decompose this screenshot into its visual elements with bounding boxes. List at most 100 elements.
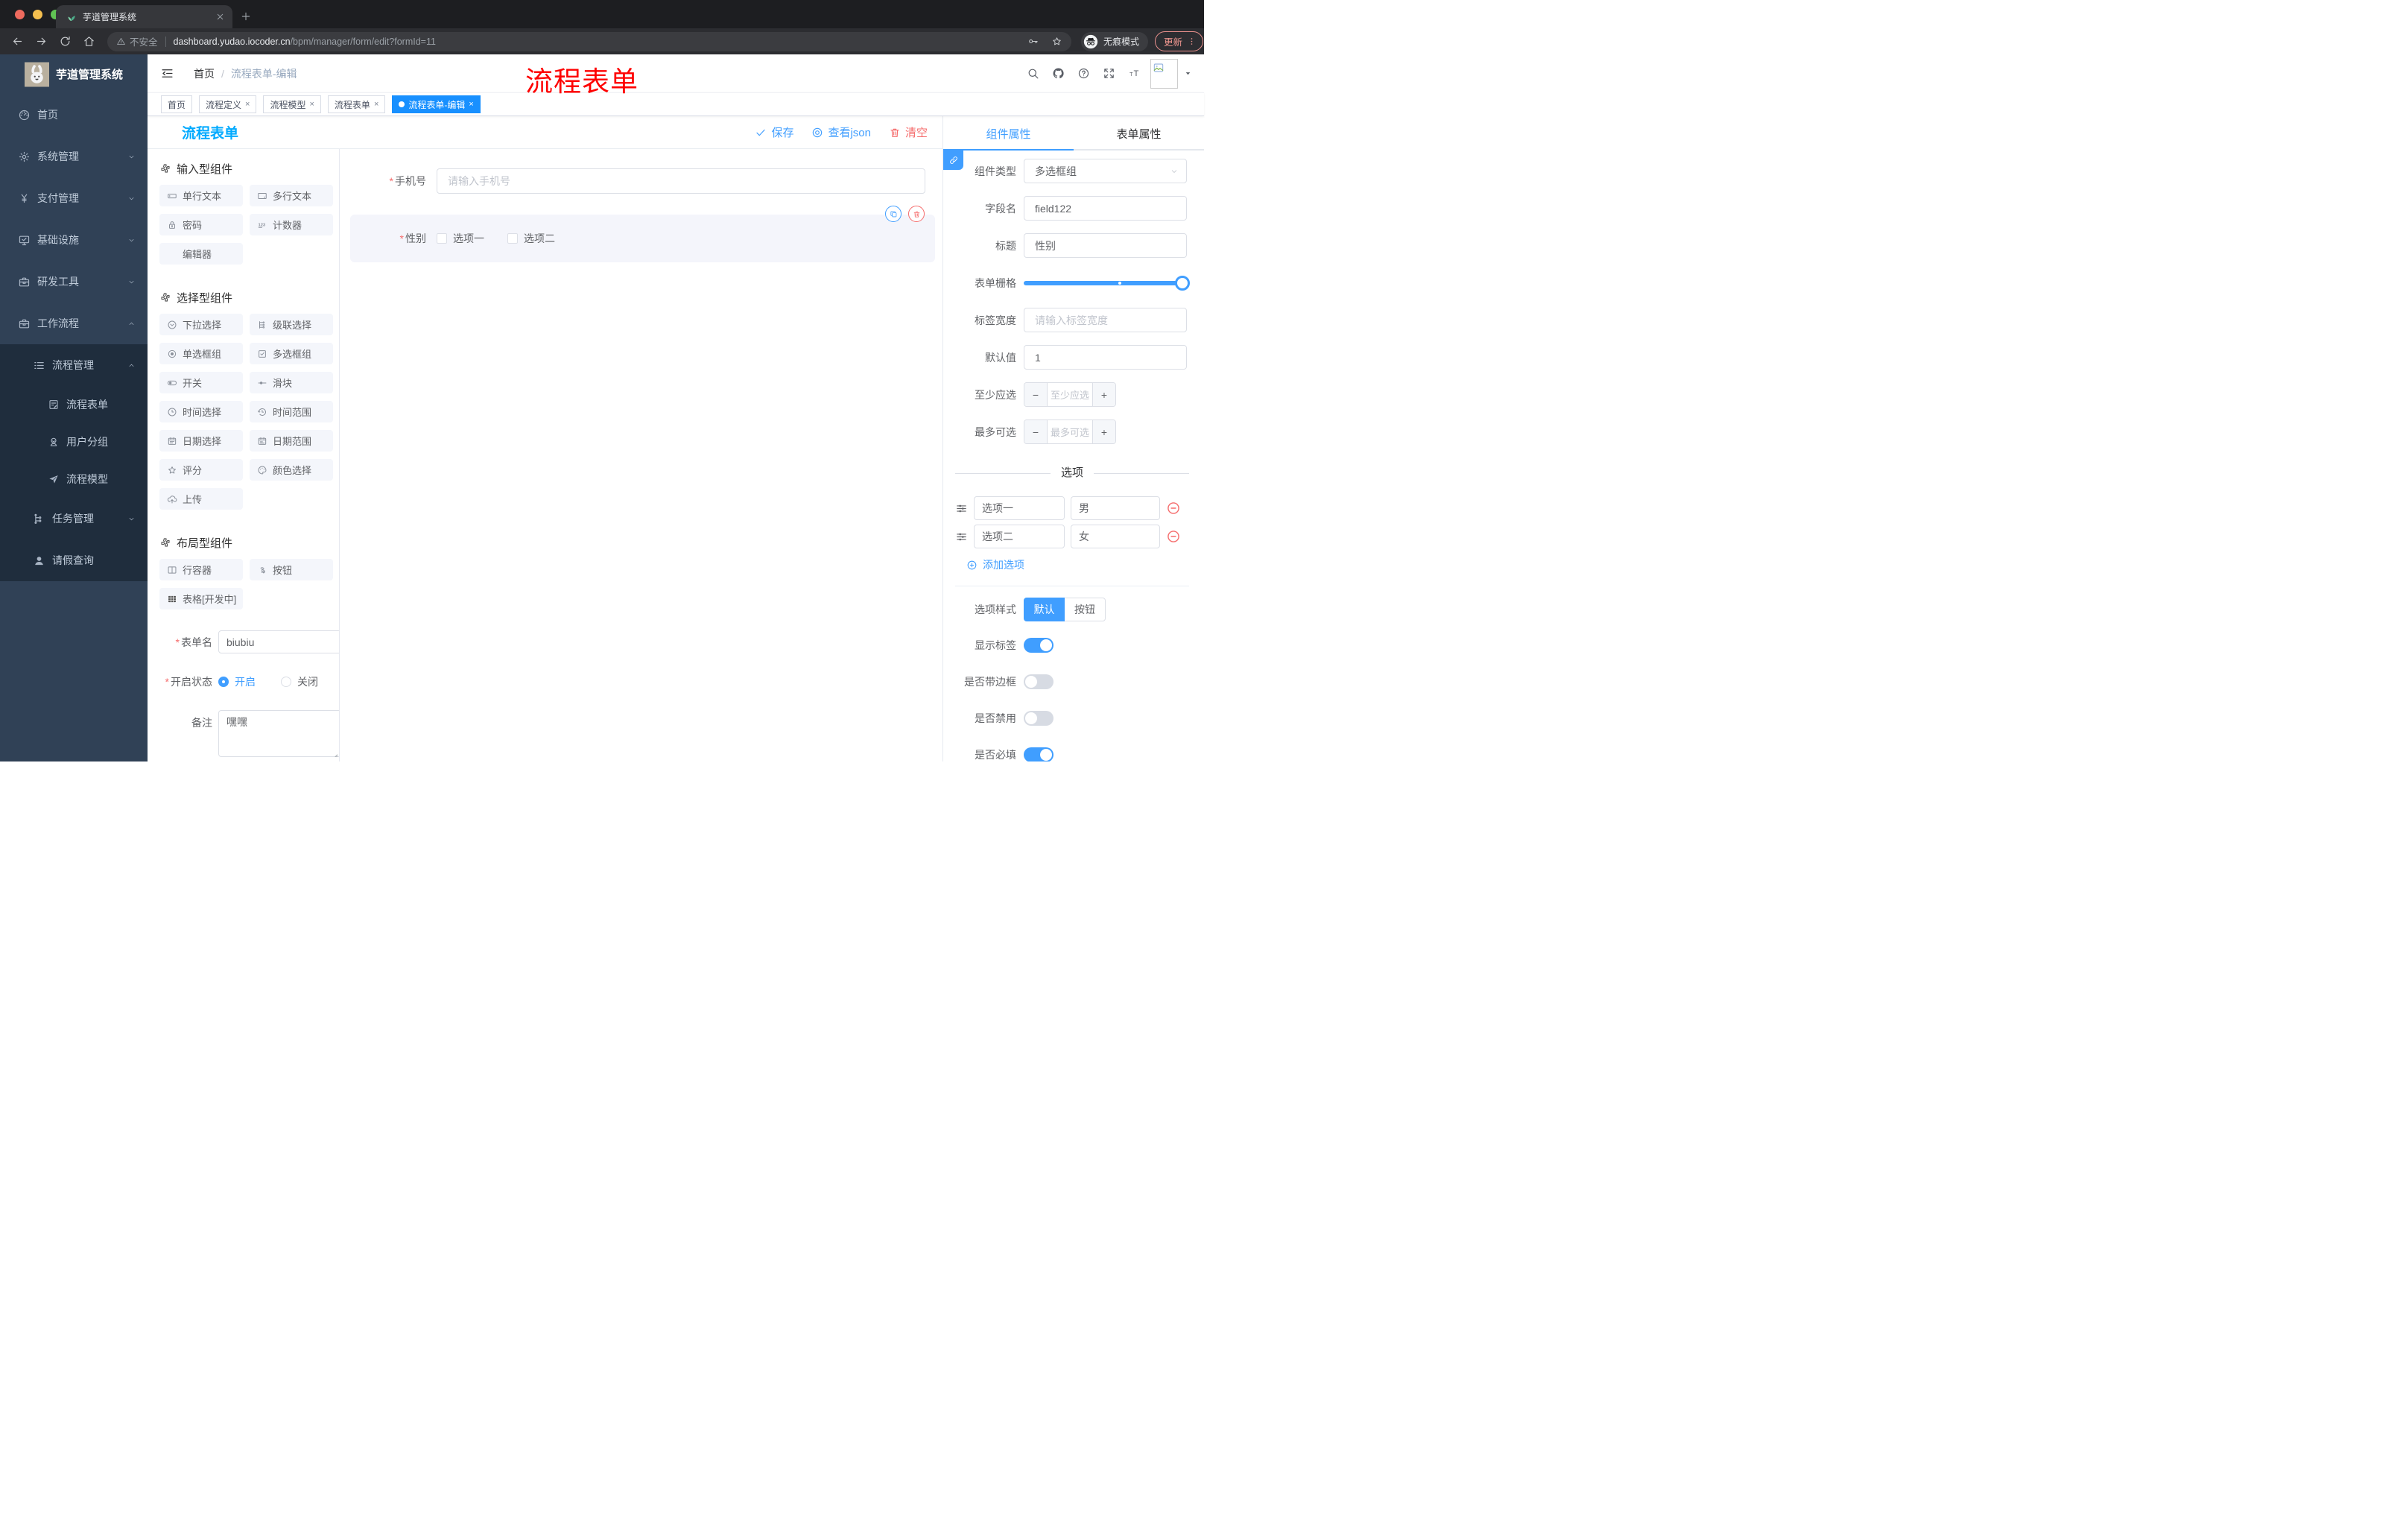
remove-option-icon[interactable] (1166, 529, 1181, 544)
sidebar-item-task-mgmt[interactable]: 任务管理 (0, 498, 148, 539)
tab-process-definition[interactable]: 流程定义 × (199, 95, 257, 113)
required-toggle[interactable] (1024, 747, 1054, 762)
min-select-stepper[interactable]: − 至少应选 + (1024, 382, 1116, 407)
new-tab-button[interactable] (240, 10, 252, 22)
label-width-input[interactable] (1024, 308, 1187, 332)
remove-option-icon[interactable] (1166, 501, 1181, 516)
comp-item-editor[interactable]: 编辑器 (159, 243, 243, 265)
gender-option-1-checkbox[interactable]: 选项一 (437, 231, 484, 246)
comp-item-slider[interactable]: 滑块 (250, 372, 333, 393)
github-icon[interactable] (1052, 67, 1065, 80)
minimize-window-button[interactable] (33, 10, 42, 19)
form-grid-slider[interactable] (1024, 275, 1190, 291)
style-default-button[interactable]: 默认 (1024, 597, 1065, 621)
comp-item-rate[interactable]: 评分 (159, 459, 243, 481)
form-remark-textarea[interactable]: 嘿嘿 (218, 710, 339, 757)
show-label-toggle[interactable] (1024, 638, 1054, 653)
close-tag-icon[interactable]: × (374, 100, 378, 109)
fullscreen-icon[interactable] (1103, 67, 1115, 80)
max-select-stepper[interactable]: − 最多可选 + (1024, 419, 1116, 444)
title-input[interactable] (1024, 233, 1187, 258)
canvas-field-phone[interactable]: * 手机号 (350, 168, 935, 194)
comp-item-counter[interactable]: 123 计数器 (250, 214, 333, 235)
breadcrumb-home[interactable]: 首页 (194, 66, 215, 81)
tab-home[interactable]: 首页 (161, 95, 193, 113)
comp-item-date-range[interactable]: 日期范围 (250, 430, 333, 452)
tab-process-model[interactable]: 流程模型 × (263, 95, 321, 113)
comp-item-table[interactable]: 表格[开发中] (159, 588, 243, 609)
increase-button[interactable]: + (1093, 383, 1115, 406)
comp-item-row-container[interactable]: 行容器 (159, 559, 243, 580)
comp-item-color-picker[interactable]: 颜色选择 (250, 459, 333, 481)
browser-menu-icon[interactable] (1187, 37, 1197, 46)
with-border-toggle[interactable] (1024, 674, 1054, 689)
comp-item-time-picker[interactable]: 时间选择 (159, 401, 243, 422)
copy-component-button[interactable] (885, 206, 902, 222)
comp-item-button[interactable]: 按钮 (250, 559, 333, 580)
sidebar-item-workflow[interactable]: 工作流程 (0, 303, 148, 344)
min-select-value[interactable]: 至少应选 (1047, 383, 1093, 406)
option-value-input[interactable] (1071, 525, 1160, 548)
sidebar-item-payment-mgmt[interactable]: 支付管理 (0, 177, 148, 219)
forward-button[interactable] (35, 35, 48, 48)
save-button[interactable]: 保存 (755, 124, 793, 140)
window-controls[interactable] (15, 10, 60, 19)
search-icon[interactable] (1027, 67, 1039, 80)
close-tab-icon[interactable] (215, 12, 225, 22)
sidebar-item-home[interactable]: 首页 (0, 94, 148, 136)
drag-handle-icon[interactable] (955, 531, 968, 543)
decrease-button[interactable]: − (1024, 383, 1047, 406)
comp-item-select[interactable]: 下拉选择 (159, 314, 243, 335)
avatar[interactable] (1150, 58, 1178, 89)
field-name-input[interactable] (1024, 196, 1187, 221)
sidebar-item-process-model[interactable]: 流程模型 (0, 460, 148, 498)
form-name-input[interactable] (218, 630, 339, 653)
comp-item-cascader[interactable]: 级联选择 (250, 314, 333, 335)
form-canvas[interactable]: *手机号 *性别 (340, 149, 942, 762)
close-tag-icon[interactable]: × (245, 100, 250, 109)
gender-option-2-checkbox[interactable]: 选项二 (507, 231, 555, 246)
sidebar-logo[interactable]: 芋道管理系统 (0, 54, 148, 94)
option-value-input[interactable] (1071, 496, 1160, 520)
not-secure-icon[interactable] (116, 37, 126, 46)
update-browser-button[interactable]: 更新 (1155, 31, 1204, 51)
option-label-input[interactable] (974, 525, 1065, 548)
sidebar-item-leave-query[interactable]: 请假查询 (0, 539, 148, 581)
tab-component-props[interactable]: 组件属性 (943, 116, 1074, 151)
collapse-sidebar-icon[interactable] (160, 66, 174, 80)
status-off-radio[interactable]: 关闭 (281, 674, 318, 689)
max-select-value[interactable]: 最多可选 (1047, 420, 1093, 443)
user-menu-caret-icon[interactable] (1184, 69, 1192, 77)
not-secure-label[interactable]: 不安全 (130, 34, 158, 48)
decrease-button[interactable]: − (1024, 420, 1047, 443)
phone-input[interactable] (437, 168, 925, 194)
comp-item-single-text[interactable]: 单行文本 (159, 185, 243, 206)
clear-button[interactable]: 清空 (889, 124, 928, 140)
add-option-button[interactable]: 添加选项 (966, 557, 1194, 572)
view-json-button[interactable]: 查看json (811, 124, 871, 140)
close-window-button[interactable] (15, 10, 25, 19)
address-bar[interactable]: 不安全 dashboard.yudao.iocoder.cn/bpm/manag… (107, 31, 1071, 51)
sidebar-item-system-mgmt[interactable]: 系统管理 (0, 136, 148, 177)
comp-item-switch[interactable]: 开关 (159, 372, 243, 393)
drag-handle-icon[interactable] (955, 502, 968, 515)
resize-handle-icon[interactable] (331, 750, 339, 759)
comp-item-radio-group[interactable]: 单选框组 (159, 343, 243, 364)
bookmark-icon[interactable] (1051, 36, 1062, 47)
help-icon[interactable] (1077, 67, 1090, 80)
home-button[interactable] (83, 35, 95, 48)
tab-process-form-edit[interactable]: 流程表单-编辑 × (392, 95, 481, 113)
close-tag-icon[interactable]: × (309, 100, 314, 109)
password-manager-icon[interactable] (1027, 36, 1039, 47)
comp-item-date-picker[interactable]: 日期选择 (159, 430, 243, 452)
canvas-field-gender-selected[interactable]: * 性别 选项一 选项二 (350, 206, 935, 262)
sidebar-item-infrastructure[interactable]: 基础设施 (0, 219, 148, 261)
tab-process-form[interactable]: 流程表单 × (327, 95, 386, 113)
tab-form-props[interactable]: 表单属性 (1074, 116, 1204, 151)
back-button[interactable] (11, 35, 24, 48)
disabled-toggle[interactable] (1024, 711, 1054, 726)
comp-item-multi-text[interactable]: 多行文本 (250, 185, 333, 206)
reload-button[interactable] (59, 35, 72, 48)
font-size-icon[interactable]: TT (1128, 67, 1141, 80)
comp-item-time-range[interactable]: 时间范围 (250, 401, 333, 422)
